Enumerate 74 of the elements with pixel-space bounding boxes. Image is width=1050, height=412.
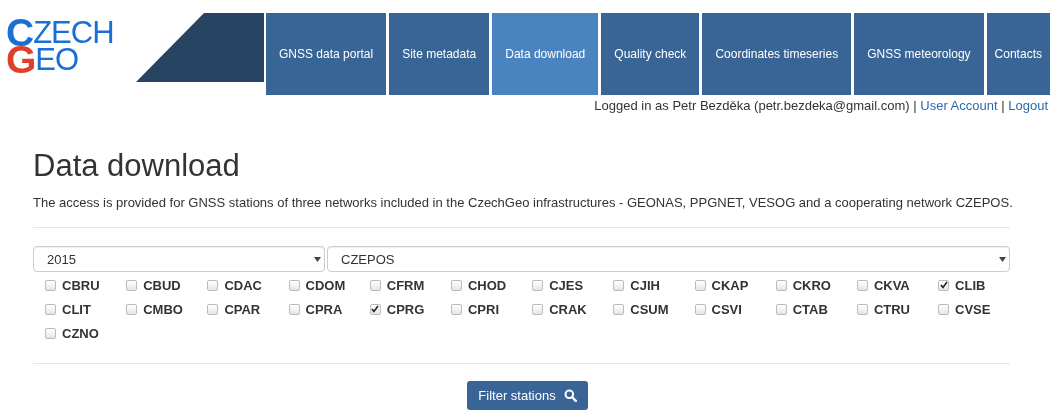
station-label: CSVI	[711, 301, 742, 317]
nav-link[interactable]: Logout	[1008, 98, 1048, 113]
station-label: CKVA	[873, 277, 910, 293]
nav-tab[interactable]: Quality check	[601, 13, 700, 95]
checkbox[interactable]	[369, 303, 381, 315]
checkbox[interactable]	[45, 279, 56, 291]
checkbox[interactable]	[532, 279, 544, 291]
login-status: Logged in as Petr Bezděka (petr.bezdeka@gmail.com)	[594, 98, 910, 113]
station-label: CJIH	[630, 277, 660, 293]
station-label: CBRU	[62, 277, 100, 293]
station-label: CVSE	[955, 301, 991, 317]
checkbox[interactable]	[45, 327, 56, 339]
checkbox[interactable]	[450, 279, 462, 291]
station-label: CBUD	[143, 277, 181, 293]
station-label: CPRI	[467, 301, 499, 317]
station-label: CPRG	[386, 301, 425, 317]
station-label: CHOD	[467, 277, 507, 293]
checkbox[interactable]	[856, 303, 868, 315]
separator: |	[913, 98, 917, 113]
logo-text: EO	[35, 46, 79, 73]
nav-tab[interactable]: GNSS data portal	[266, 13, 387, 95]
checkbox[interactable]	[450, 303, 462, 315]
checkbox[interactable]	[938, 303, 950, 315]
station-label: CPAR	[224, 301, 261, 317]
page-title: Data download	[33, 147, 241, 185]
checkbox[interactable]	[856, 279, 868, 291]
checkbox[interactable]	[532, 303, 544, 315]
station-label: CJES	[549, 277, 584, 293]
checkbox[interactable]	[288, 303, 300, 315]
checkbox[interactable]	[613, 303, 625, 315]
checkbox[interactable]	[45, 303, 56, 315]
filter-button[interactable]: Filter stations	[467, 381, 588, 410]
nav-link[interactable]: User Account	[920, 98, 998, 113]
checkbox[interactable]	[775, 279, 787, 291]
checkbox[interactable]	[207, 279, 219, 291]
page-description: The access is provided for GNSS stations of three networks included in the CzechGeo infrastructures - GEONAS, PPGNET, VESOG and a cooperating network CZEPOS.	[33, 195, 1010, 210]
station-label: CKRO	[792, 277, 831, 293]
checkbox[interactable]	[369, 279, 381, 291]
station-label: CDAC	[224, 277, 262, 293]
station-label: CPRA	[305, 301, 343, 317]
station-label: CZNO	[62, 325, 99, 341]
logo-text: ZECH	[33, 19, 114, 46]
year-select[interactable]: 2015	[33, 246, 325, 272]
search-icon	[563, 389, 577, 402]
station-label: CTRU	[873, 301, 910, 317]
checkbox[interactable]	[613, 279, 625, 291]
station-label: CRAK	[549, 301, 587, 317]
nav-tab[interactable]: Coordinates timeseries	[702, 13, 852, 95]
network-select[interactable]: CZEPOS	[327, 246, 1010, 272]
checkbox[interactable]	[288, 279, 300, 291]
station-label: CMBO	[143, 301, 183, 317]
checkbox[interactable]	[938, 279, 950, 291]
station-label: CTAB	[792, 301, 828, 317]
station-label: CFRM	[386, 277, 425, 293]
checkbox[interactable]	[126, 279, 138, 291]
logo-initial: C	[6, 19, 34, 46]
station-label: CKAP	[711, 277, 749, 293]
logo-initial: G	[6, 46, 36, 73]
checkbox[interactable]	[694, 303, 706, 315]
nav-tab[interactable]: Contacts	[986, 13, 1050, 95]
station-label: CLIT	[62, 301, 91, 317]
checkbox[interactable]	[126, 303, 138, 315]
checkbox[interactable]	[207, 303, 219, 315]
station-label: CSUM	[630, 301, 669, 317]
nav-tab[interactable]: Site metadata	[389, 13, 490, 95]
station-label: CLIB	[955, 277, 986, 293]
checkbox[interactable]	[775, 303, 787, 315]
station-label: CDOM	[305, 277, 346, 293]
separator: |	[1001, 98, 1005, 113]
checkbox[interactable]	[694, 279, 706, 291]
caret-icon	[314, 256, 321, 262]
nav-tab[interactable]: GNSS meteorology	[854, 13, 984, 95]
nav-tab[interactable]: Data download	[492, 13, 599, 95]
caret-icon	[999, 256, 1006, 262]
